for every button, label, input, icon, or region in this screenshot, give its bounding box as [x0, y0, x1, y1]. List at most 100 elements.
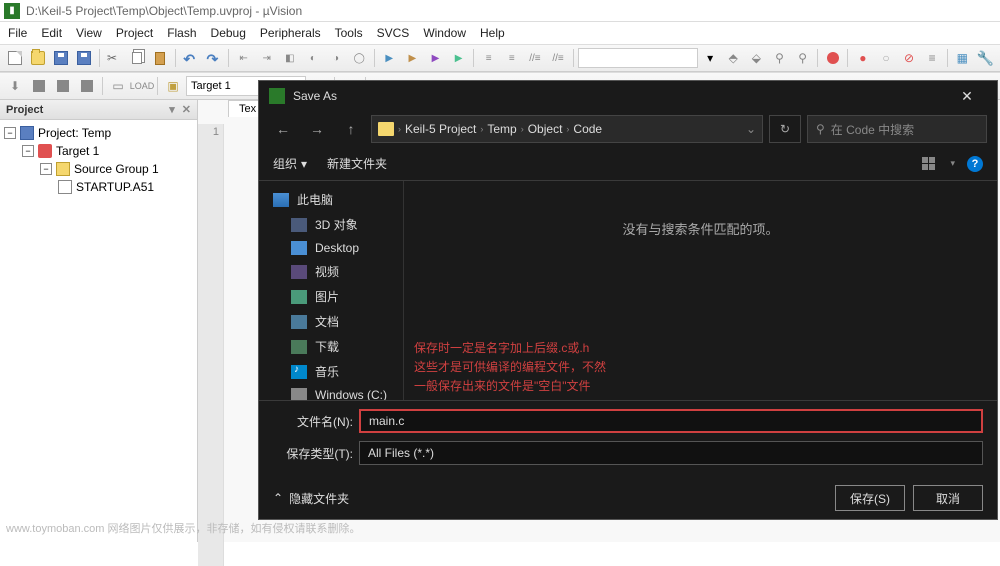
nav-forward-button[interactable]: →: [303, 115, 331, 143]
app-icon: [4, 3, 20, 19]
chevron-right-icon: ›: [521, 124, 524, 134]
tree-toggle-icon[interactable]: −: [40, 163, 52, 175]
marker3-button[interactable]: ▶: [425, 47, 446, 69]
menu-svcs[interactable]: SVCS: [377, 26, 410, 40]
sidebar-documents[interactable]: 文档: [259, 309, 403, 334]
incremental-find-button[interactable]: ⚲: [792, 47, 813, 69]
filetype-select[interactable]: [359, 441, 983, 465]
marker4-button[interactable]: ▶: [448, 47, 469, 69]
path-segment[interactable]: Code: [573, 122, 602, 136]
save-button[interactable]: [50, 47, 71, 69]
window-title: D:\Keil-5 Project\Temp\Object\Temp.uvpro…: [26, 4, 302, 18]
download-button[interactable]: LOAD: [131, 75, 153, 97]
find-prev-button[interactable]: ⬘: [723, 47, 744, 69]
marker1-button[interactable]: ▶: [379, 47, 400, 69]
bookmark-prev-button[interactable]: ◐: [302, 47, 323, 69]
organize-label: 组织: [273, 155, 297, 172]
path-segment[interactable]: Keil-5 Project: [405, 122, 476, 136]
open-file-button[interactable]: [27, 47, 48, 69]
find-dropdown[interactable]: ▾: [700, 47, 721, 69]
tree-group[interactable]: − Source Group 1: [4, 160, 193, 178]
close-button[interactable]: ✕: [947, 81, 987, 111]
menu-view[interactable]: View: [76, 26, 102, 40]
sidebar-3d-objects[interactable]: 3D 对象: [259, 212, 403, 237]
rebuild-button[interactable]: [52, 75, 74, 97]
paste-button[interactable]: [150, 47, 171, 69]
breadcrumb[interactable]: › Keil-5 Project › Temp › Object › Code …: [371, 115, 763, 143]
translate-button[interactable]: ⬇: [4, 75, 26, 97]
save-all-button[interactable]: [73, 47, 94, 69]
menu-help[interactable]: Help: [480, 26, 505, 40]
sidebar-downloads[interactable]: 下载: [259, 334, 403, 359]
bp-disable-button[interactable]: ○: [875, 47, 896, 69]
tree-file[interactable]: STARTUP.A51: [4, 178, 193, 196]
breakpoint-button[interactable]: ●: [852, 47, 873, 69]
cancel-button[interactable]: 取消: [913, 485, 983, 511]
new-file-button[interactable]: [4, 47, 25, 69]
indent-left-button[interactable]: ⇤: [233, 47, 254, 69]
nav-up-button[interactable]: ↑: [337, 115, 365, 143]
find-input[interactable]: [578, 48, 698, 68]
undo-button[interactable]: ↶: [180, 47, 201, 69]
view-mode-button[interactable]: [922, 157, 938, 171]
annotation-line: 保存时一定是名字加上后缀.c或.h: [414, 339, 606, 358]
chevron-right-icon: ›: [398, 124, 401, 134]
save-button[interactable]: 保存(S): [835, 485, 905, 511]
new-folder-button[interactable]: 新建文件夹: [327, 155, 387, 172]
menu-peripherals[interactable]: Peripherals: [260, 26, 321, 40]
view-dropdown[interactable]: ▾: [950, 158, 955, 169]
sidebar-this-pc[interactable]: 此电脑: [259, 187, 403, 212]
menu-file[interactable]: File: [8, 26, 27, 40]
sidebar-item-label: Windows (C:): [315, 388, 387, 400]
filename-input[interactable]: [359, 409, 983, 433]
copy-button[interactable]: [127, 47, 148, 69]
menu-project[interactable]: Project: [116, 26, 153, 40]
help-button[interactable]: ?: [967, 156, 983, 172]
menu-window[interactable]: Window: [423, 26, 466, 40]
comment-button[interactable]: //≡: [524, 47, 545, 69]
window-layout-button[interactable]: ▦: [952, 47, 973, 69]
sidebar-drive-c[interactable]: Windows (C:): [259, 384, 403, 400]
bookmark-button[interactable]: ◧: [279, 47, 300, 69]
batch-build-button[interactable]: [76, 75, 98, 97]
debug-button[interactable]: [822, 47, 843, 69]
bp-kill-button[interactable]: ⊘: [899, 47, 920, 69]
cut-button[interactable]: ✂: [103, 47, 124, 69]
sidebar-music[interactable]: 音乐: [259, 359, 403, 384]
tree-target[interactable]: − Target 1: [4, 142, 193, 160]
menu-flash[interactable]: Flash: [167, 26, 196, 40]
bp-list-button[interactable]: ≡: [922, 47, 943, 69]
marker2-button[interactable]: ▶: [402, 47, 423, 69]
build-button[interactable]: [28, 75, 50, 97]
menu-debug[interactable]: Debug: [211, 26, 246, 40]
path-dropdown[interactable]: ⌄: [746, 122, 756, 136]
find-in-files-button[interactable]: ⚲: [769, 47, 790, 69]
menu-edit[interactable]: Edit: [41, 26, 62, 40]
redo-button[interactable]: ↷: [203, 47, 224, 69]
tree-toggle-icon[interactable]: −: [22, 145, 34, 157]
hide-folders-button[interactable]: ⌃ 隐藏文件夹: [273, 490, 349, 507]
sidebar-pictures[interactable]: 图片: [259, 284, 403, 309]
uncomment-button[interactable]: //≡: [548, 47, 569, 69]
outdent-button[interactable]: ≡: [478, 47, 499, 69]
indent-right-button[interactable]: ⇥: [256, 47, 277, 69]
menu-tools[interactable]: Tools: [335, 26, 363, 40]
organize-button[interactable]: 组织 ▾: [273, 155, 307, 172]
path-segment[interactable]: Temp: [487, 122, 516, 136]
configure-button[interactable]: 🔧: [975, 47, 996, 69]
find-next-button[interactable]: ⬙: [746, 47, 767, 69]
bookmark-next-button[interactable]: ◑: [325, 47, 346, 69]
sidebar-desktop[interactable]: Desktop: [259, 237, 403, 259]
dialog-fields: 文件名(N): 保存类型(T):: [259, 400, 997, 477]
indent-button[interactable]: ≡: [501, 47, 522, 69]
dialog-title: Save As: [293, 89, 947, 103]
bookmark-clear-button[interactable]: ◯: [349, 47, 370, 69]
sidebar-videos[interactable]: 视频: [259, 259, 403, 284]
path-segment[interactable]: Object: [528, 122, 563, 136]
refresh-button[interactable]: ↻: [769, 115, 801, 143]
tree-toggle-icon[interactable]: −: [4, 127, 16, 139]
nav-back-button[interactable]: ←: [269, 115, 297, 143]
tree-root[interactable]: − Project: Temp: [4, 124, 193, 142]
search-input[interactable]: ⚲ 在 Code 中搜索: [807, 115, 987, 143]
stop-build-button[interactable]: ▭: [107, 75, 129, 97]
